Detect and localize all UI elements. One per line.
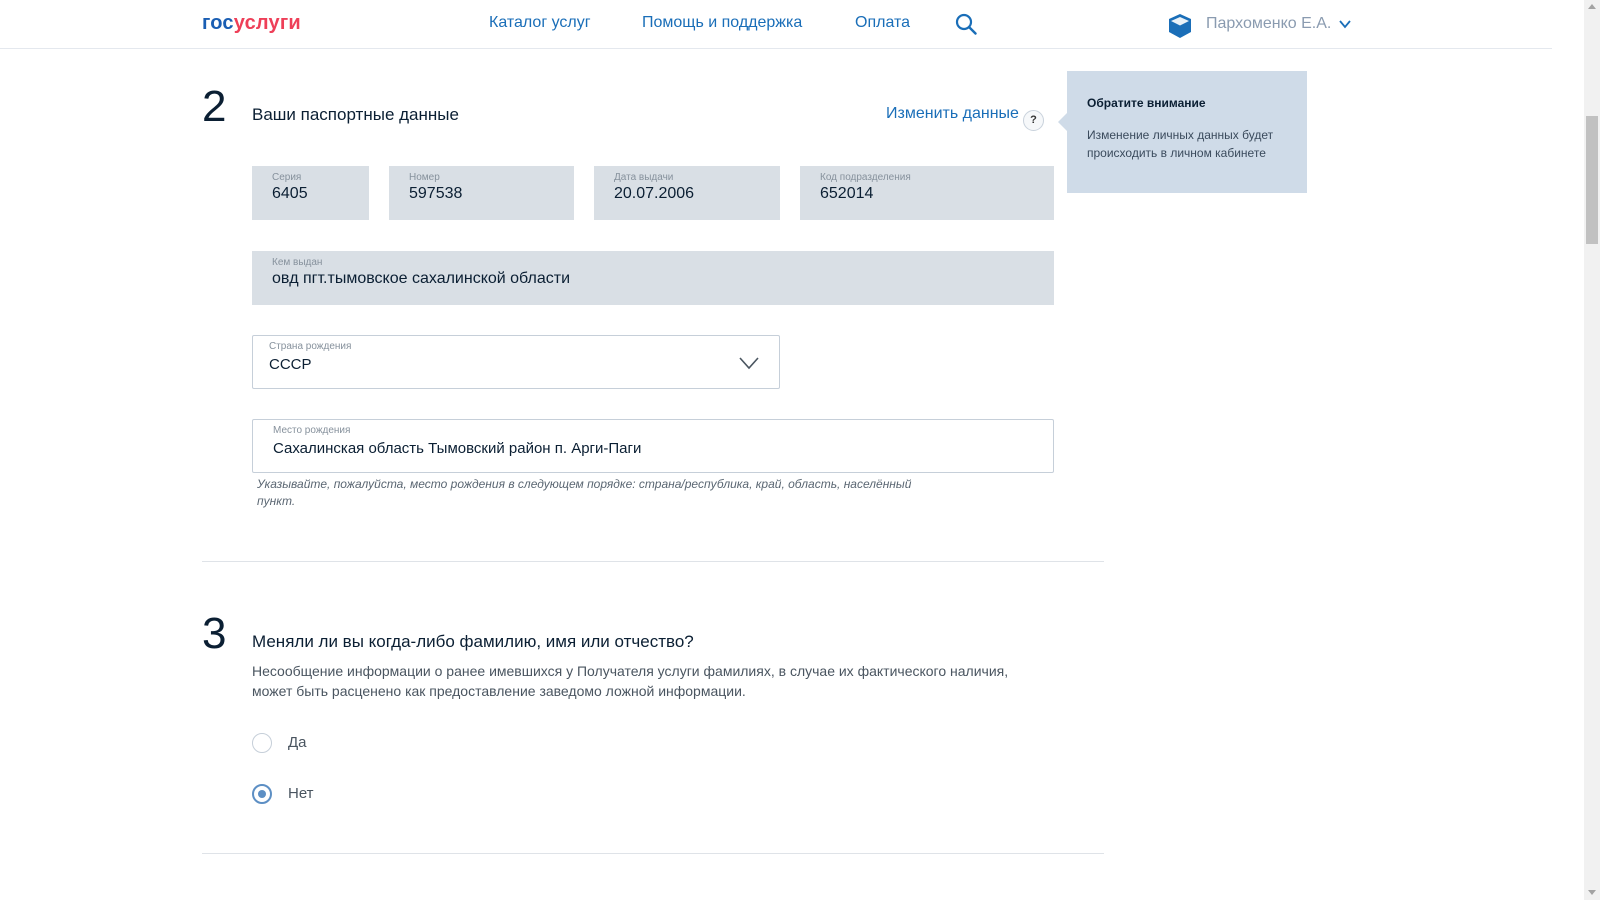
section-divider xyxy=(202,561,1104,562)
field-label: Номер xyxy=(409,172,440,183)
field-label: Серия xyxy=(272,172,302,183)
issue-date-field: Дата выдачи 20.07.2006 xyxy=(594,166,780,220)
field-value: 652014 xyxy=(820,185,874,202)
step-number-3: 3 xyxy=(202,609,227,658)
section-divider xyxy=(202,853,1104,854)
scroll-down-arrow-icon[interactable] xyxy=(1588,890,1596,895)
passport-series-field: Серия 6405 xyxy=(252,166,369,220)
user-avatar-icon[interactable] xyxy=(1168,13,1192,39)
radio-no[interactable] xyxy=(252,784,272,804)
passport-number-field: Номер 597538 xyxy=(389,166,574,220)
user-name[interactable]: Пархоменко Е.А. xyxy=(1206,15,1331,33)
radio-yes-label[interactable]: Да xyxy=(288,734,307,751)
birth-place-input[interactable]: Место рождения Сахалинская область Тымов… xyxy=(252,419,1054,473)
field-label: Кем выдан xyxy=(272,257,323,268)
scroll-thumb[interactable] xyxy=(1586,116,1598,244)
birth-country-select[interactable]: Страна рождения СССР xyxy=(252,335,780,389)
top-header: госуслуги Каталог услуг Помощь и поддерж… xyxy=(0,0,1552,49)
nav-catalog[interactable]: Каталог услуг xyxy=(489,14,591,32)
field-value: 6405 xyxy=(272,185,308,202)
logo-part-uslugi: услуги xyxy=(233,12,301,34)
scroll-up-arrow-icon[interactable] xyxy=(1588,4,1596,9)
change-data-link[interactable]: Изменить данные xyxy=(886,105,1019,123)
tooltip-title: Обратите внимание xyxy=(1087,96,1206,110)
tooltip-text: Изменение личных данных будет происходит… xyxy=(1087,128,1274,160)
field-value: 597538 xyxy=(409,185,463,202)
field-value: Сахалинская область Тымовский район п. А… xyxy=(273,440,642,457)
birth-place-hint: Указывайте, пожалуйста, место рождения в… xyxy=(257,477,912,508)
search-icon[interactable] xyxy=(955,13,977,35)
attention-tooltip: Обратите внимание Изменение личных данны… xyxy=(1058,71,1307,193)
name-change-description: Несообщение информации о ранее имевшихся… xyxy=(252,663,1009,699)
field-label: Страна рождения xyxy=(269,341,352,352)
dept-code-field: Код подразделения 652014 xyxy=(800,166,1054,220)
step-title-name-change: Меняли ли вы когда-либо фамилию, имя или… xyxy=(252,632,694,651)
field-label: Место рождения xyxy=(273,425,351,436)
help-button[interactable]: ? xyxy=(1023,110,1044,131)
radio-yes[interactable] xyxy=(252,733,272,753)
radio-no-label[interactable]: Нет xyxy=(288,785,314,802)
field-value: овд пгт.тымовское сахалинской области xyxy=(272,270,570,287)
gosuslugi-logo[interactable]: госуслуги xyxy=(202,12,301,35)
field-label: Дата выдачи xyxy=(614,172,674,183)
chevron-down-icon[interactable] xyxy=(739,356,759,370)
nav-help[interactable]: Помощь и поддержка xyxy=(642,14,802,32)
step-number-2: 2 xyxy=(202,82,227,131)
logo-part-gos: гос xyxy=(202,12,234,34)
chevron-down-icon[interactable] xyxy=(1339,19,1351,29)
page-scrollbar[interactable] xyxy=(1584,0,1600,900)
field-value: 20.07.2006 xyxy=(614,185,695,202)
field-value: СССР xyxy=(269,356,312,373)
nav-payment[interactable]: Оплата xyxy=(855,14,910,32)
issued-by-field: Кем выдан овд пгт.тымовское сахалинской … xyxy=(252,251,1054,305)
step-title-passport: Ваши паспортные данные xyxy=(252,105,459,124)
field-label: Код подразделения xyxy=(820,172,911,183)
